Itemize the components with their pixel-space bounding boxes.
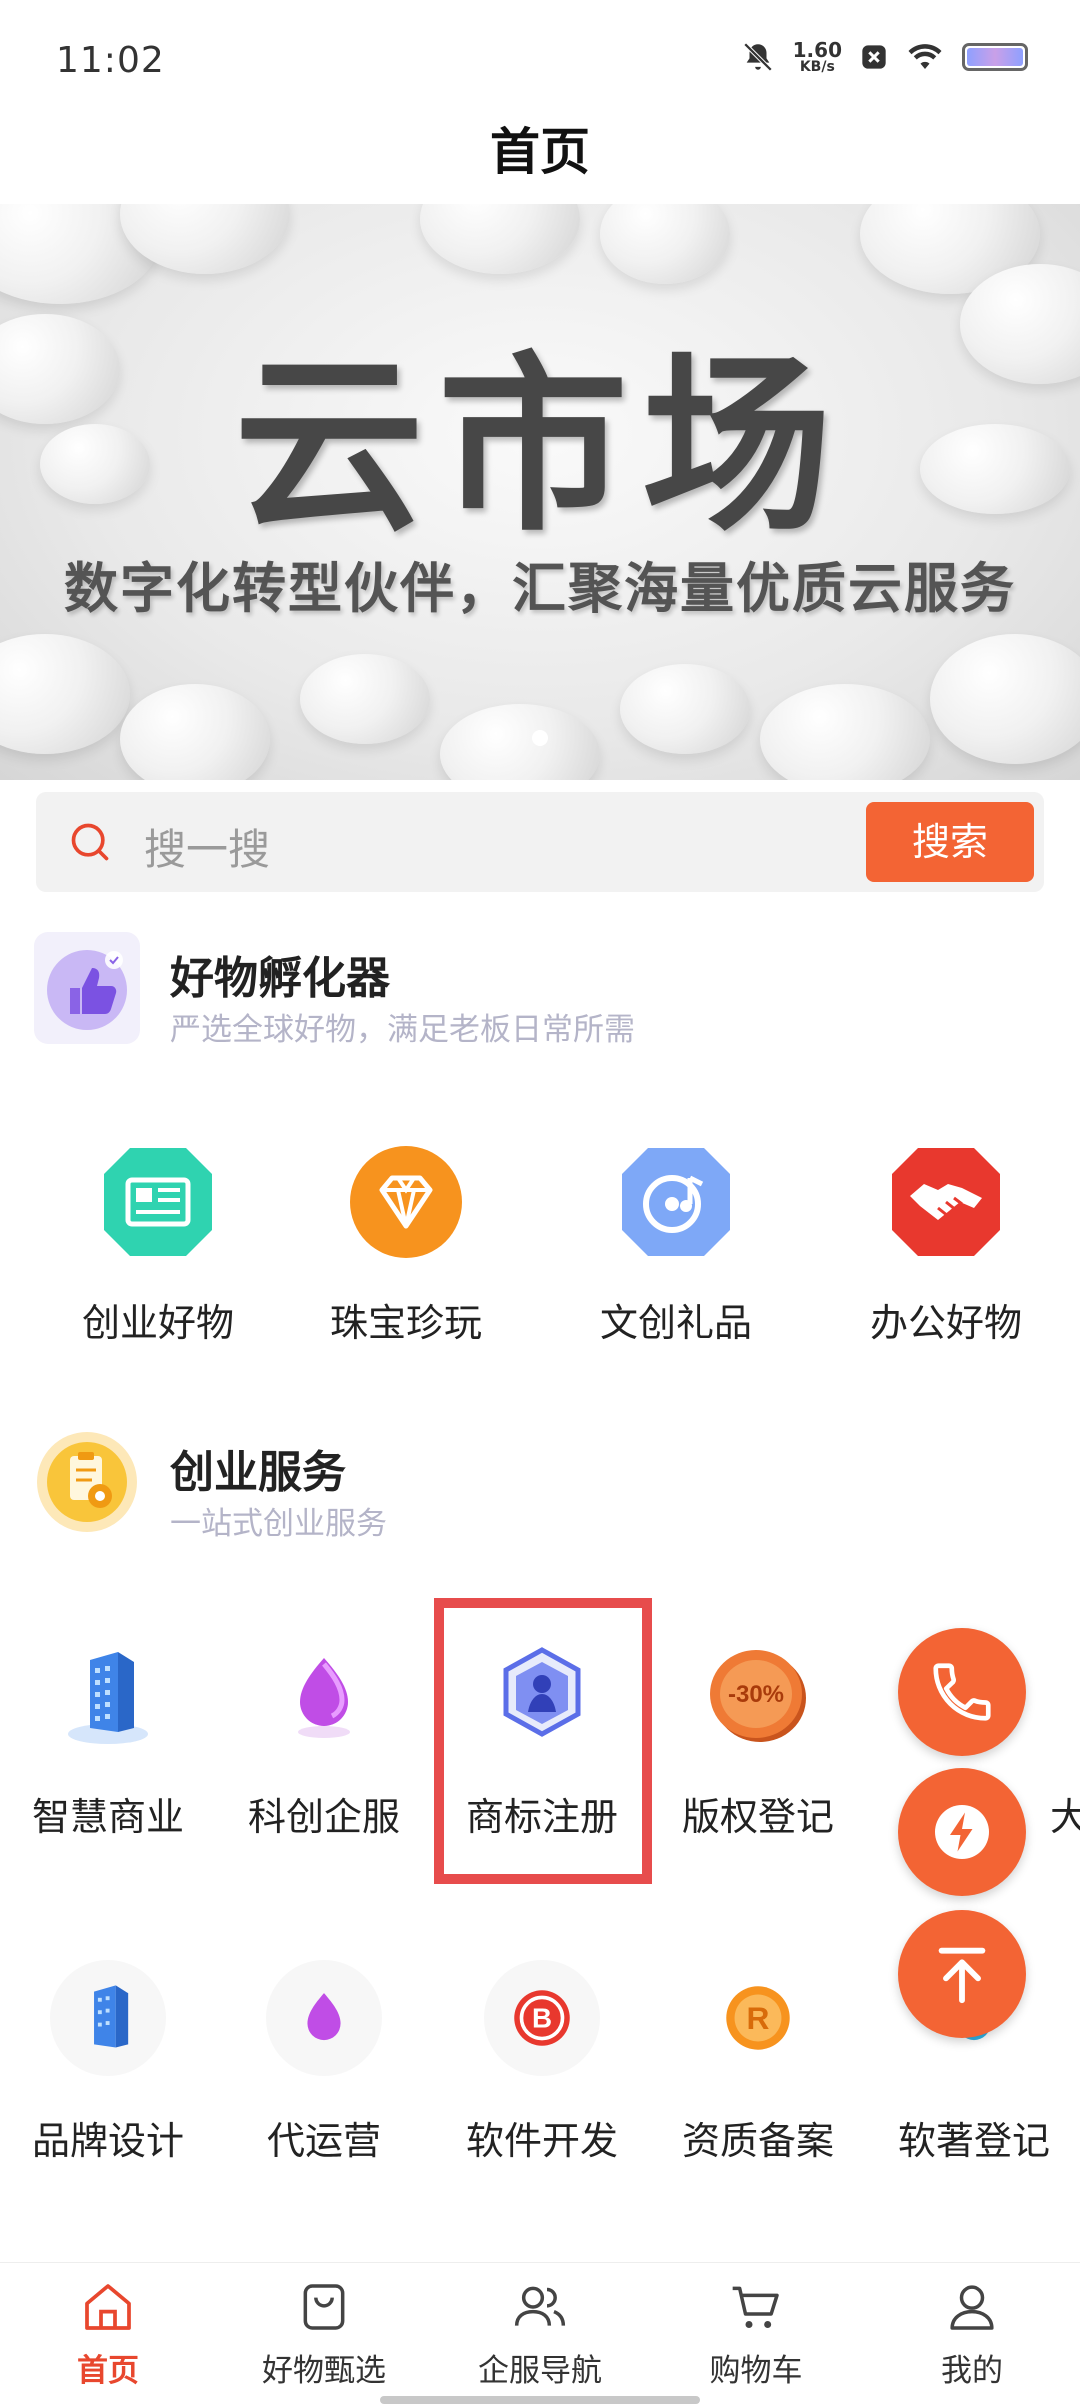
- status-icons: 1.60 KB/s: [741, 40, 1028, 74]
- back-to-top-icon: [938, 1947, 986, 2004]
- category-label: 创业好物: [81, 1301, 234, 1345]
- svg-text:B: B: [532, 2003, 552, 2034]
- service-label: 版权登记: [681, 1795, 834, 1839]
- tab-cart[interactable]: 购物车: [648, 2279, 864, 2390]
- category-item[interactable]: 创业好物: [78, 1144, 238, 1345]
- banner[interactable]: 云市场 数字化转型伙伴，汇聚海量优质云服务: [0, 204, 1080, 780]
- tab-home[interactable]: 首页: [0, 2279, 216, 2390]
- purple-drop-icon: [266, 1960, 382, 2076]
- service-item[interactable]: R 资质备案: [682, 1960, 834, 2163]
- home-indicator: [380, 2396, 700, 2404]
- service-label: 科创企服: [247, 1795, 400, 1839]
- lightning-icon: [935, 1805, 989, 1859]
- phone-button[interactable]: [898, 1628, 1026, 1756]
- search-bar[interactable]: 搜一搜 搜索: [36, 792, 1044, 892]
- banner-indicator-dot[interactable]: [532, 730, 548, 746]
- incubator-title: 好物孵化器: [170, 953, 390, 1004]
- handshake-icon: [888, 1144, 1004, 1260]
- tab-label: 购物车: [709, 2353, 803, 2389]
- category-item[interactable]: 办公好物: [866, 1144, 1026, 1345]
- service-item[interactable]: 品牌设计: [32, 1960, 184, 2163]
- tab-service-nav[interactable]: 企服导航: [432, 2279, 648, 2390]
- shopping-bag-icon: [303, 2284, 345, 2330]
- tab-label: 企服导航: [478, 2353, 602, 2389]
- building-icon: [50, 1636, 166, 1752]
- music-disc-icon: [618, 1144, 734, 1260]
- category-label: 文创礼品: [599, 1301, 752, 1345]
- cart-icon: [732, 2286, 779, 2328]
- svg-text:R: R: [747, 2000, 770, 2036]
- users-icon: [514, 2286, 566, 2326]
- home-icon: [85, 2284, 131, 2330]
- page-title: 首页: [490, 123, 590, 181]
- service-label: 资质备案: [681, 2119, 834, 2163]
- incubator-subtitle: 严选全球好物，满足老板日常所需: [170, 1012, 635, 1048]
- banner-subtitle: 数字化转型伙伴，汇聚海量优质云服务: [64, 556, 1016, 620]
- thumbs-up-icon: [34, 932, 140, 1044]
- r-coin-icon: R: [700, 1960, 816, 2076]
- net-speed-unit: KB/s: [799, 59, 835, 75]
- tab-label: 首页: [77, 2353, 139, 2389]
- tab-bar: 首页 好物甄选 企服导航 购物车 我的: [0, 2262, 1080, 2408]
- wifi-icon: [908, 44, 942, 69]
- search-button[interactable]: 搜索: [866, 802, 1034, 882]
- quick-action-button[interactable]: [898, 1768, 1026, 1896]
- service-item[interactable]: -30% 版权登记: [682, 1636, 834, 1839]
- discount-coin-icon: -30%: [700, 1636, 816, 1752]
- status-bar: 11:02 1.60 KB/s: [0, 0, 1080, 120]
- startup-title: 创业服务: [170, 1447, 346, 1498]
- highlight-box: [434, 1598, 652, 1884]
- back-to-top-button[interactable]: [898, 1910, 1026, 2038]
- service-item[interactable]: B 软件开发: [466, 1960, 618, 2163]
- building-icon: [50, 1960, 166, 2076]
- service-item[interactable]: 代运营: [264, 1960, 384, 2163]
- service-label: 软件开发: [465, 2119, 618, 2163]
- tab-label: 好物甄选: [262, 2353, 386, 2389]
- user-icon: [950, 2285, 994, 2330]
- status-time: 11:02: [56, 40, 165, 81]
- category-item[interactable]: 珠宝珍玩: [326, 1144, 486, 1345]
- newspaper-icon: [100, 1144, 216, 1260]
- tab-mine[interactable]: 我的: [864, 2279, 1080, 2390]
- category-label: 办公好物: [869, 1301, 1022, 1345]
- tab-label: 我的: [941, 2353, 1003, 2389]
- close-box-icon: [862, 45, 886, 69]
- net-speed-value: 1.60: [792, 38, 842, 62]
- service-item[interactable]: 智慧商业: [32, 1636, 184, 1839]
- diamond-icon: [348, 1144, 464, 1260]
- service-label: 智慧商业: [31, 1795, 184, 1839]
- clipboard-icon: [34, 1426, 140, 1538]
- battery-icon: [962, 43, 1028, 71]
- purple-drop-icon: [266, 1636, 382, 1752]
- category-item[interactable]: 文创礼品: [596, 1144, 756, 1345]
- banner-title: 云市场: [233, 334, 846, 557]
- phone-icon: [933, 1663, 991, 1721]
- mute-icon: [743, 42, 772, 72]
- incubator-section-header: 好物孵化器 严选全球好物，满足老板日常所需: [34, 932, 1034, 1052]
- service-label: 软著登记: [897, 2119, 1050, 2163]
- service-item[interactable]: 科创企服: [248, 1636, 400, 1839]
- search-icon: [71, 823, 109, 861]
- net-speed: 1.60 KB/s: [793, 40, 842, 74]
- tab-selection[interactable]: 好物甄选: [216, 2279, 432, 2390]
- svg-text:-30%: -30%: [728, 1681, 784, 1708]
- startup-subtitle: 一站式创业服务: [170, 1506, 387, 1542]
- category-label: 珠宝珍玩: [329, 1301, 482, 1345]
- b-coin-icon: B: [484, 1960, 600, 2076]
- startup-section-header: 创业服务 一站式创业服务: [34, 1426, 1034, 1546]
- service-label: 品牌设计: [31, 2119, 184, 2163]
- search-input[interactable]: 搜一搜: [144, 816, 270, 877]
- service-label: 代运营: [266, 2119, 381, 2163]
